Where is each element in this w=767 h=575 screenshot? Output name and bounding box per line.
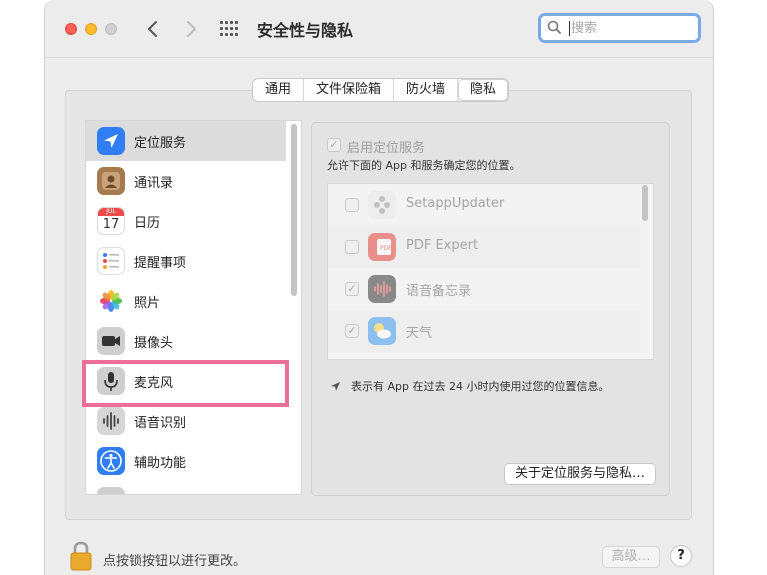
back-chevron-icon[interactable] [141,16,165,42]
sidebar-item-speech-recognition[interactable]: 语音识别 [86,401,286,441]
speech-recognition-icon [97,407,125,435]
search-field[interactable] [538,13,701,43]
sidebar-item-label: 辅助功能 [134,455,187,471]
tab-filevault[interactable]: 文件保险箱 [304,79,395,101]
help-button[interactable]: ? [670,545,692,567]
enable-location-checkbox[interactable]: ✓ [327,138,341,152]
sidebar-item-label: 提醒事项 [134,255,187,271]
lock-instruction: 点按锁按钮以进行更改。 [103,554,247,569]
footer-bar: 点按锁按钮以进行更改。 高级… ? [45,525,713,575]
advanced-button[interactable]: 高级… [602,546,660,568]
sidebar-item-photos[interactable]: 照片 [86,281,286,321]
allow-apps-description: 允许下面的 App 和服务确定您的位置。 [327,159,521,172]
title-bar: 安全性与隐私 [45,0,713,58]
text-caret [569,21,570,36]
forward-chevron-icon[interactable] [179,16,203,42]
app-name: SetappUpdater [406,196,505,211]
svg-text:PDF: PDF [380,245,392,252]
sidebar-item-label: 语音识别 [134,415,187,431]
sidebar-item-contacts[interactable]: 通讯录 [86,161,286,201]
sidebar-item-partial[interactable] [86,481,286,494]
about-location-privacy-button[interactable]: 关于定位服务与隐私… [504,463,657,485]
table-row[interactable]: PDF PDF Expert [328,226,640,268]
location-arrow-icon [97,127,125,155]
photos-icon [97,287,125,315]
app-checkbox[interactable]: ✓ [345,324,359,338]
partial-app-icon [368,359,396,360]
sidebar-scrollbar[interactable] [291,124,297,296]
search-icon [547,20,561,34]
sidebar-item-camera[interactable]: 摄像头 [86,321,286,361]
table-row[interactable]: SetappUpdater [328,184,640,226]
show-all-grid-icon[interactable] [220,21,238,37]
setapp-icon [368,191,396,219]
table-row[interactable]: ✓ 语音备忘录 [328,268,640,310]
sidebar-item-label: 照片 [134,295,161,311]
location-app-list: SetappUpdater PDF PDF Expert ✓ 语音备忘录 ✓ 天… [327,183,654,360]
partial-item-icon [97,487,125,494]
tab-privacy[interactable]: 隐私 [458,79,509,101]
table-row[interactable] [328,352,640,360]
privacy-category-list: 定位服务 通讯录 JUL 17 日历 提醒事项 照片 摄像头 麦克风 语音识别 … [85,120,302,495]
location-arrow-icon [331,381,340,391]
location-services-panel: ✓ 启用定位服务 允许下面的 App 和服务确定您的位置。 SetappUpda… [311,122,670,496]
sidebar-item-reminders[interactable]: 提醒事项 [86,241,286,281]
recent-location-text: 表示有 App 在过去 24 小时内使用过您的位置信息。 [351,380,610,393]
app-name: 天气 [406,326,433,341]
close-window-button[interactable] [65,23,77,35]
contacts-icon [97,167,125,195]
search-input[interactable] [571,18,691,38]
calendar-icon: JUL 17 [97,207,125,235]
sidebar-item-label: 摄像头 [134,335,174,351]
reminders-icon [97,247,125,275]
app-list-scrollbar[interactable] [642,185,648,221]
camera-icon [97,327,125,355]
app-checkbox[interactable] [345,198,359,212]
tab-firewall[interactable]: 防火墙 [394,79,459,101]
minimize-window-button[interactable] [85,23,97,35]
sidebar-item-label: 定位服务 [134,135,187,151]
app-name: 语音备忘录 [406,284,472,299]
lock-icon[interactable] [69,541,93,571]
sidebar-item-accessibility[interactable]: 辅助功能 [86,441,286,481]
tab-general[interactable]: 通用 [253,79,305,101]
enable-location-label: 启用定位服务 [347,141,426,156]
accessibility-icon [97,447,125,475]
weather-icon [368,317,396,345]
microphone-highlight-box [82,360,289,407]
app-name: PDF Expert [406,238,479,253]
app-checkbox[interactable] [345,240,359,254]
recent-location-note: 表示有 App 在过去 24 小时内使用过您的位置信息。 [330,378,609,394]
preferences-window: 安全性与隐私 通用 文件保险箱 防火墙 隐私 定位服务 通讯录 JUL [44,0,714,575]
preference-tabs: 通用 文件保险箱 防火墙 隐私 [252,78,510,102]
voice-memos-icon [368,275,396,303]
zoom-window-button[interactable] [105,23,117,35]
sidebar-item-label: 通讯录 [134,175,174,191]
pdf-expert-icon: PDF [368,233,396,261]
window-title: 安全性与隐私 [257,21,354,40]
sidebar-item-label: 日历 [134,215,161,231]
app-checkbox[interactable]: ✓ [345,282,359,296]
sidebar-item-calendar[interactable]: JUL 17 日历 [86,201,286,241]
sidebar-item-location-services[interactable]: 定位服务 [86,121,286,161]
table-row[interactable]: ✓ 天气 [328,310,640,352]
